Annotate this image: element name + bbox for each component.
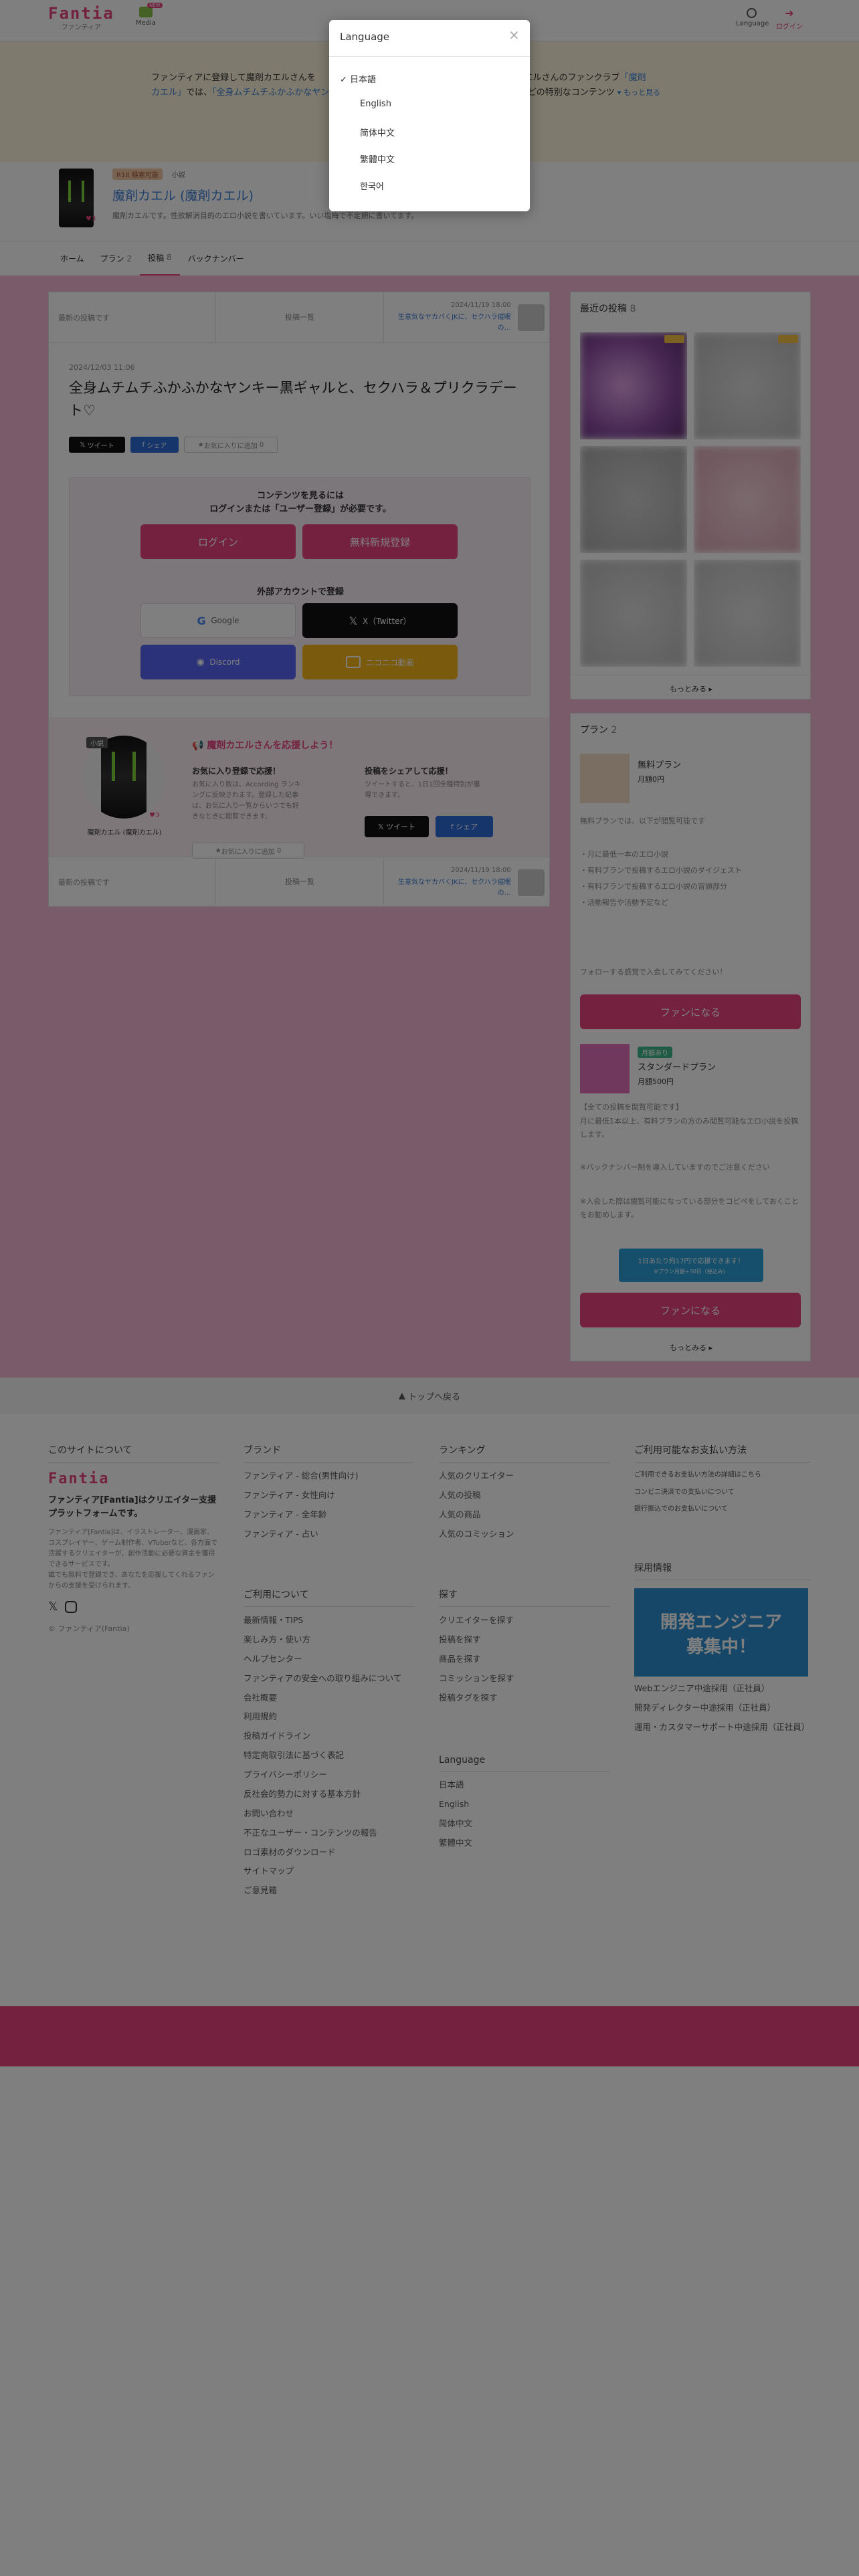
language-option-zh-cn[interactable]: 简体中文 <box>360 126 519 138</box>
language-option-label: 繁體中文 <box>360 155 395 165</box>
language-option-en[interactable]: English <box>360 99 519 109</box>
language-option-ja[interactable]: ✓ 日本語 <box>340 72 519 85</box>
language-option-label: 한국어 <box>360 182 384 192</box>
language-option-label: English <box>360 99 391 109</box>
language-option-ko[interactable]: 한국어 <box>360 179 519 192</box>
modal-backdrop[interactable] <box>0 0 859 2576</box>
check-icon: ✓ <box>340 75 347 85</box>
language-option-label: 日本語 <box>350 75 377 85</box>
language-modal: Language × ✓ 日本語 English 简体中文 繁體中文 한국어 <box>329 20 530 211</box>
language-modal-title: Language <box>340 31 390 43</box>
modal-divider <box>329 56 530 57</box>
language-option-label: 简体中文 <box>360 128 395 138</box>
language-option-zh-tw[interactable]: 繁體中文 <box>360 152 519 165</box>
close-icon[interactable]: × <box>508 27 520 43</box>
